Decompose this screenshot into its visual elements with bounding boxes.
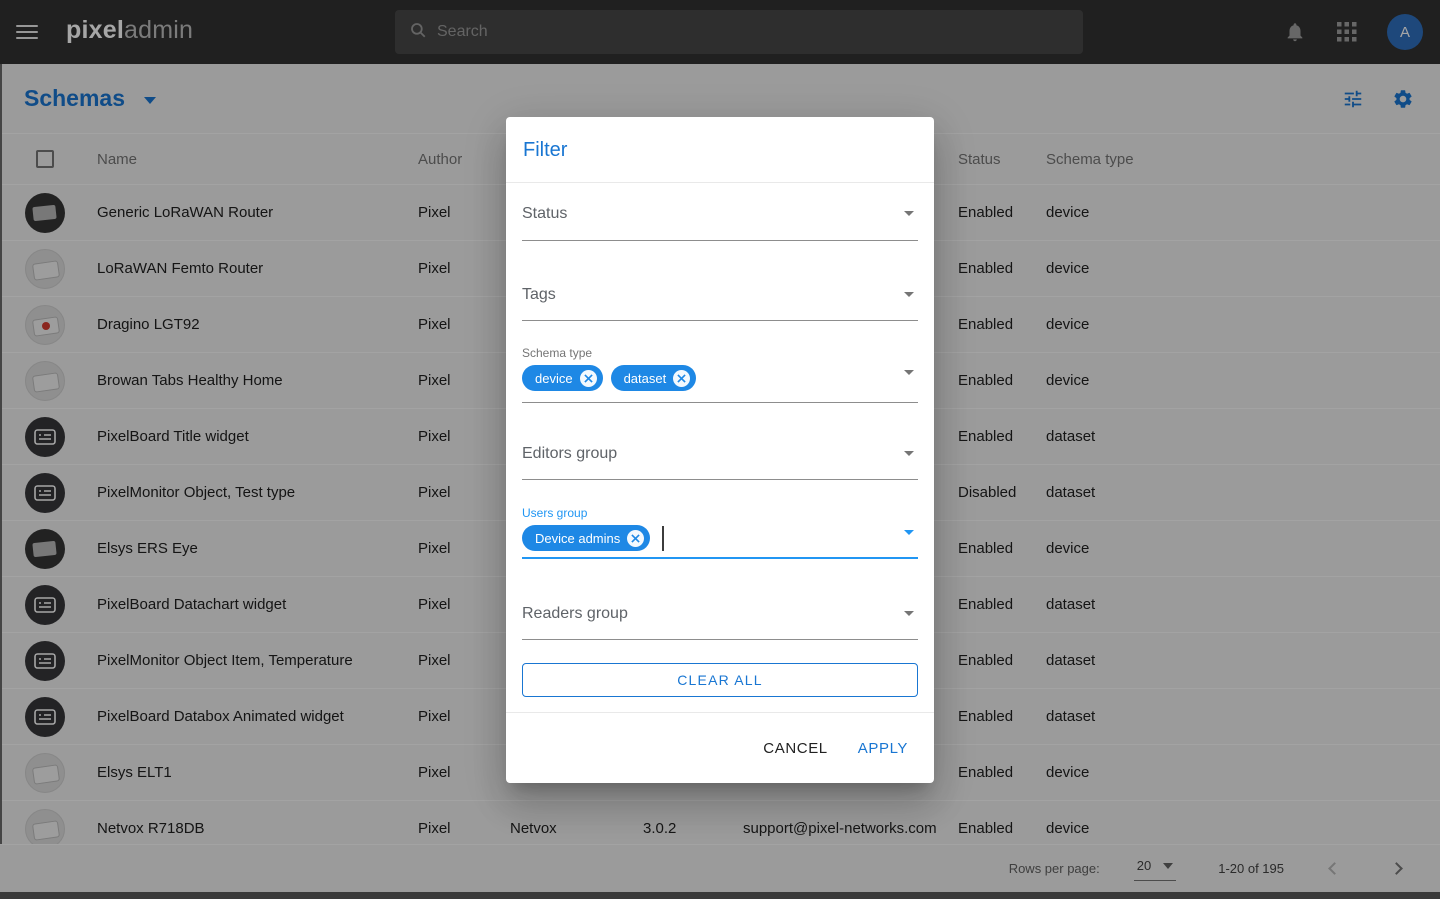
field-underline xyxy=(522,479,918,480)
field-placeholder: Readers group xyxy=(522,605,628,623)
filter-field-readers-group[interactable]: Readers group xyxy=(522,605,918,640)
chip: dataset xyxy=(611,365,697,391)
field-underline xyxy=(522,557,918,559)
chip-label: dataset xyxy=(624,371,667,386)
chip-label: device xyxy=(535,371,573,386)
chevron-down-icon xyxy=(904,611,914,616)
chip: device xyxy=(522,365,603,391)
field-placeholder: Tags xyxy=(522,286,556,304)
field-chips: Device admins xyxy=(522,525,664,551)
filter-field-status[interactable]: Status xyxy=(522,205,918,241)
chevron-down-icon xyxy=(904,530,914,535)
field-underline xyxy=(522,639,918,640)
field-underline xyxy=(522,320,918,321)
filter-field-tags[interactable]: Tags xyxy=(522,286,918,321)
chip-label: Device admins xyxy=(535,531,620,546)
chip-remove-icon[interactable] xyxy=(673,370,690,387)
chevron-down-icon xyxy=(904,292,914,297)
dialog-header-divider xyxy=(506,182,934,183)
filter-field-schema-type[interactable]: Schema type device dataset xyxy=(522,346,918,403)
dialog-title: Filter xyxy=(523,139,567,162)
field-chips: device dataset xyxy=(522,365,696,391)
field-underline xyxy=(522,240,918,241)
chevron-down-icon xyxy=(904,370,914,375)
field-placeholder: Editors group xyxy=(522,445,617,463)
field-underline xyxy=(522,402,918,403)
field-label: Schema type xyxy=(522,346,592,360)
chevron-down-icon xyxy=(904,451,914,456)
filter-field-users-group[interactable]: Users group Device admins xyxy=(522,506,918,559)
field-label: Users group xyxy=(522,506,587,520)
chip: Device admins xyxy=(522,525,650,551)
apply-button[interactable]: APPLY xyxy=(858,740,908,757)
chip-remove-icon[interactable] xyxy=(580,370,597,387)
chevron-down-icon xyxy=(904,211,914,216)
clear-all-button[interactable]: CLEAR ALL xyxy=(522,663,918,697)
text-cursor xyxy=(662,526,664,551)
chip-remove-icon[interactable] xyxy=(627,530,644,547)
filter-field-editors-group[interactable]: Editors group xyxy=(522,445,918,480)
filter-dialog: Filter Status Tags Schema type device dat… xyxy=(506,117,934,783)
cancel-button[interactable]: CANCEL xyxy=(763,740,827,757)
field-placeholder: Status xyxy=(522,205,567,223)
